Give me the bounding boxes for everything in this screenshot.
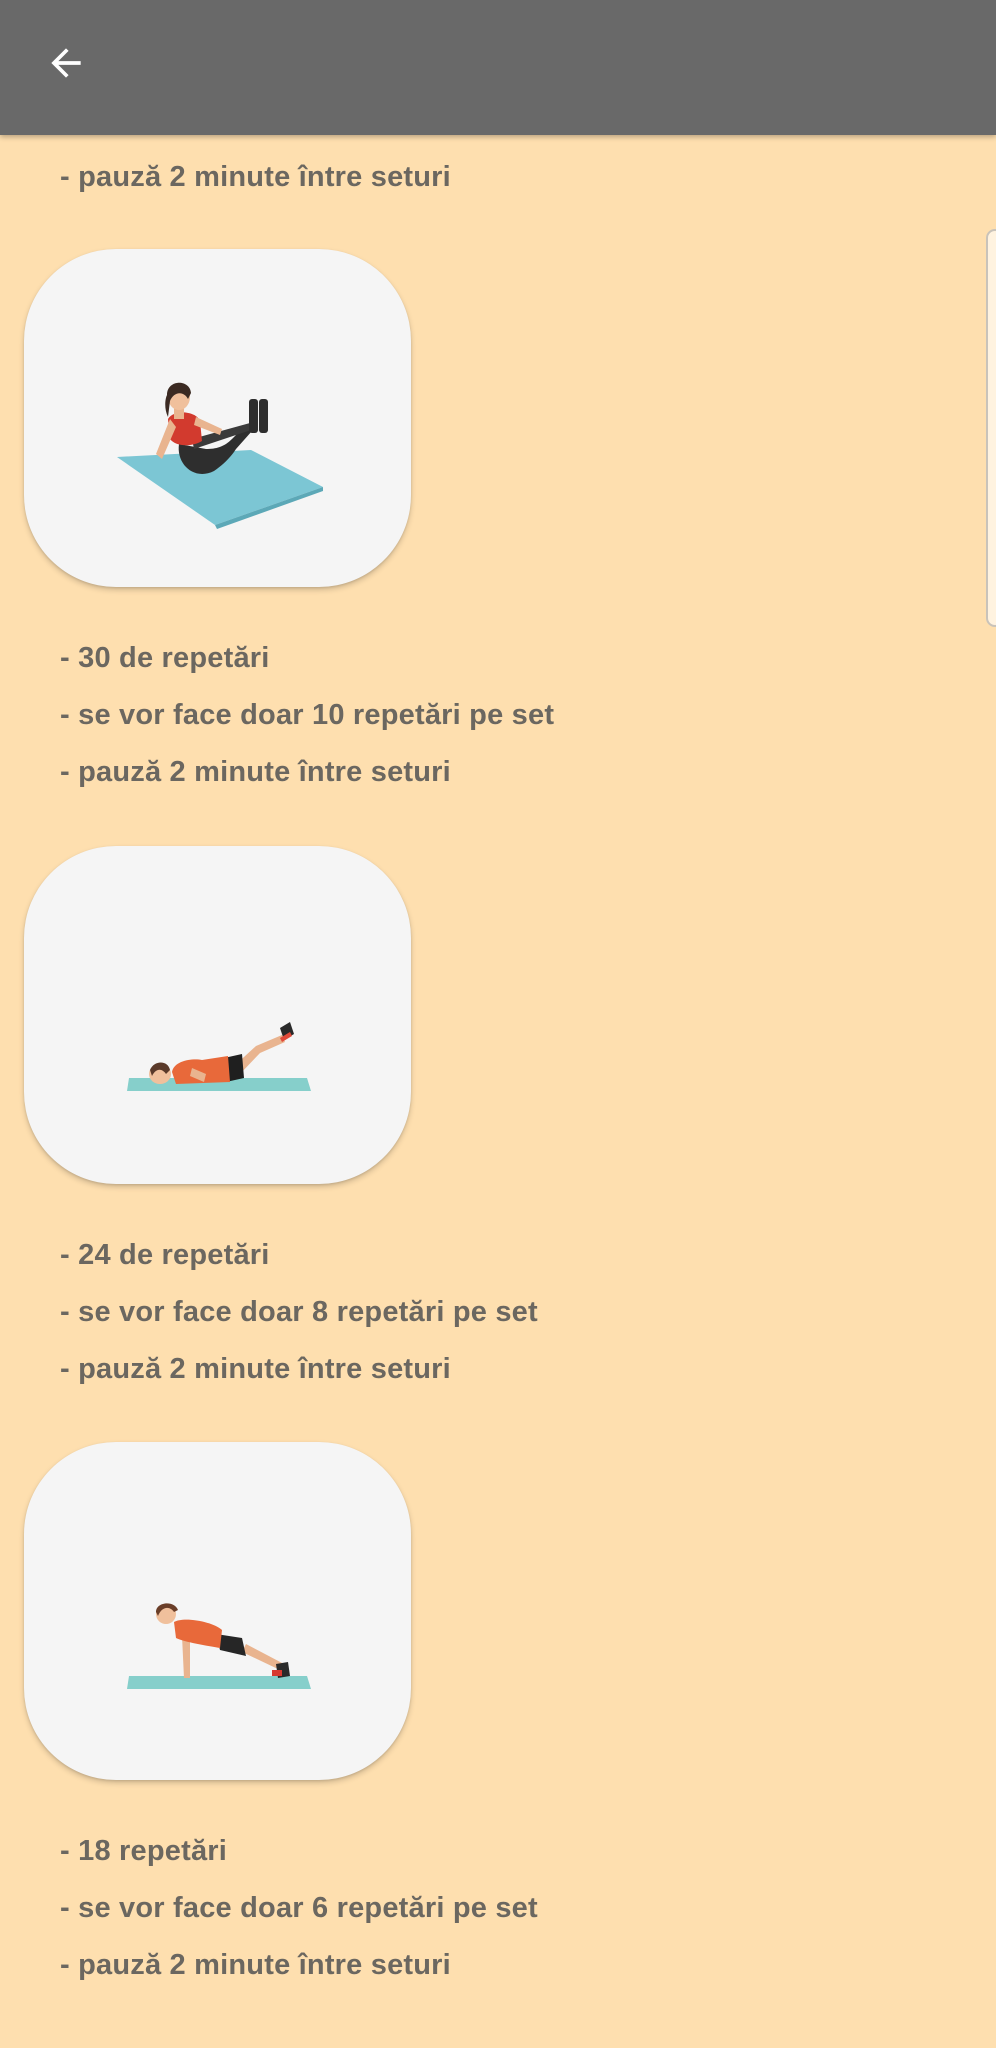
exercise-card-3[interactable]: [24, 1442, 411, 1780]
reps-per-set-text: - se vor face doar 10 repetări pe set: [60, 699, 555, 731]
app-toolbar: [0, 0, 996, 135]
repetitions-text: - 18 repetări: [60, 1835, 228, 1867]
reps-per-set-text: - se vor face doar 8 repetări pe set: [60, 1296, 538, 1328]
exercise-card-1[interactable]: [24, 249, 411, 587]
lying-leg-raise-illustration: [127, 1022, 311, 1091]
rest-text: - pauză 2 minute între seturi: [60, 1949, 451, 1981]
reps-per-set-text: - se vor face doar 6 repetări pe set: [60, 1892, 538, 1924]
repetitions-text: - 24 de repetări: [60, 1239, 270, 1271]
seated-knee-tuck-illustration: [117, 382, 323, 529]
rest-text: - pauză 2 minute între seturi: [60, 161, 451, 193]
rest-text: - pauză 2 minute între seturi: [60, 756, 451, 788]
push-up-illustration: [127, 1603, 311, 1689]
exercise-card-2[interactable]: [24, 846, 411, 1184]
repetitions-text: - 30 de repetări: [60, 642, 270, 674]
rest-text: - pauză 2 minute între seturi: [60, 1353, 451, 1385]
exercise-list[interactable]: - pauză 2 minute între seturi - 30 de re…: [0, 135, 996, 2048]
arrow-back-icon: [51, 48, 81, 78]
edge-panel-handle[interactable]: [986, 229, 996, 627]
back-button[interactable]: [30, 27, 102, 99]
